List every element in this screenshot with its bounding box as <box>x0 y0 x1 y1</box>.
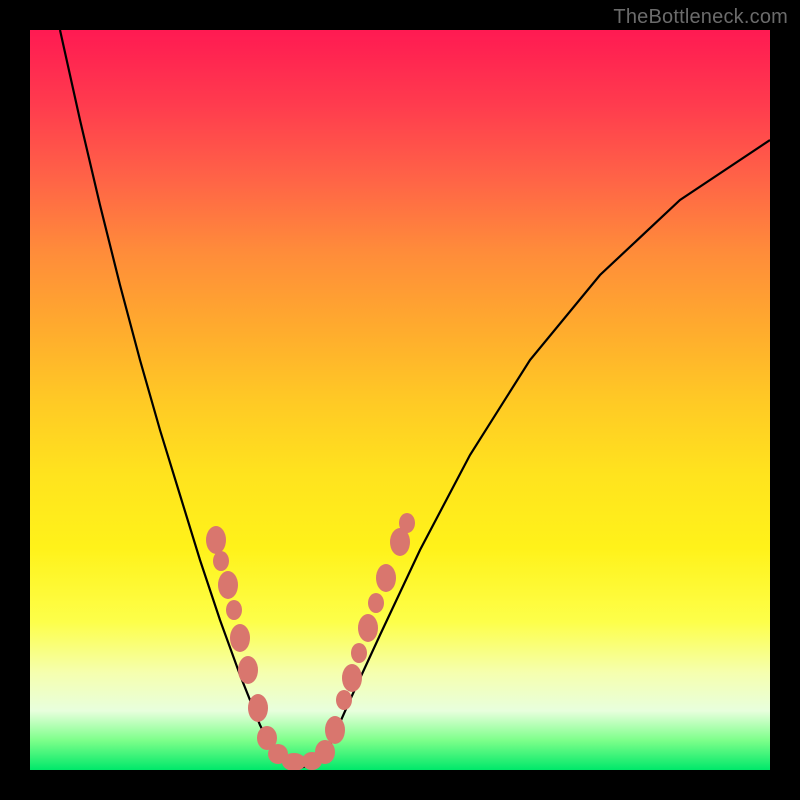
bead-marker <box>399 513 415 533</box>
bead-marker <box>230 624 250 652</box>
bead-marker <box>315 740 335 764</box>
curve-path-group <box>60 30 770 768</box>
bead-marker <box>342 664 362 692</box>
plot-area <box>30 30 770 770</box>
bead-marker <box>213 551 229 571</box>
bead-marker <box>218 571 238 599</box>
chart-container: TheBottleneck.com <box>0 0 800 800</box>
watermark-label: TheBottleneck.com <box>613 6 788 29</box>
bead-marker <box>206 526 226 554</box>
curve-layer <box>30 30 770 770</box>
bead-marker <box>226 600 242 620</box>
bead-marker <box>358 614 378 642</box>
bead-marker <box>248 694 268 722</box>
curve-beads <box>206 513 415 770</box>
bead-marker <box>368 593 384 613</box>
bead-marker <box>376 564 396 592</box>
bead-marker <box>336 690 352 710</box>
bottleneck-curve <box>60 30 770 768</box>
bead-marker <box>351 643 367 663</box>
bead-marker <box>325 716 345 744</box>
bead-marker <box>238 656 258 684</box>
